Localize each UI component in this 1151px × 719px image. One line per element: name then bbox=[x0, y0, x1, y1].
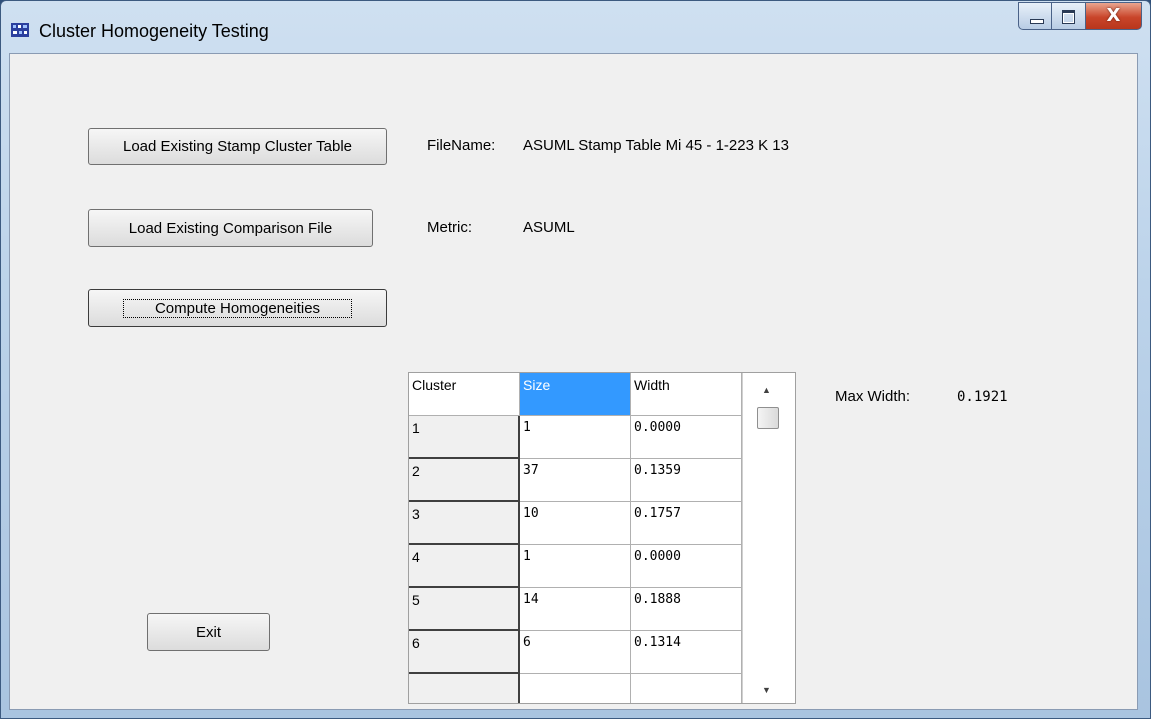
max-width-value: 0.1921 bbox=[957, 389, 1008, 405]
cluster-cell[interactable]: 3 bbox=[409, 502, 520, 545]
cluster-cell[interactable]: 2 bbox=[409, 459, 520, 502]
size-cell[interactable]: 1 bbox=[520, 416, 631, 459]
width-cell[interactable]: 0.1359 bbox=[631, 459, 742, 502]
cluster-cell[interactable]: 6 bbox=[409, 631, 520, 674]
scroll-up-arrow-icon[interactable]: ▲ bbox=[762, 385, 771, 395]
column-header-size[interactable]: Size bbox=[520, 373, 631, 416]
cluster-cell[interactable]: 5 bbox=[409, 588, 520, 631]
cluster-cell[interactable]: 4 bbox=[409, 545, 520, 588]
filename-label: FileName: bbox=[427, 137, 496, 154]
caption-buttons: X bbox=[1018, 2, 1142, 30]
scroll-thumb[interactable] bbox=[757, 407, 779, 429]
client-area: Load Existing Stamp Cluster Table FileNa… bbox=[9, 53, 1138, 710]
metric-label: Metric: bbox=[427, 219, 472, 236]
app-icon bbox=[11, 23, 29, 37]
width-cell[interactable]: 0.0000 bbox=[631, 545, 742, 588]
column-header-width[interactable]: Width bbox=[631, 373, 742, 416]
cluster-cell[interactable] bbox=[409, 674, 520, 703]
compute-homogeneities-button[interactable]: Compute Homogeneities bbox=[88, 289, 387, 327]
width-cell[interactable] bbox=[631, 674, 742, 703]
close-icon: X bbox=[1106, 5, 1121, 26]
column-header-cluster[interactable]: Cluster bbox=[409, 373, 520, 416]
maximize-button[interactable] bbox=[1052, 2, 1086, 30]
width-cell[interactable]: 0.1888 bbox=[631, 588, 742, 631]
size-cell[interactable]: 37 bbox=[520, 459, 631, 502]
compute-homogeneities-label: Compute Homogeneities bbox=[121, 297, 354, 320]
width-cell[interactable]: 0.0000 bbox=[631, 416, 742, 459]
width-cell[interactable]: 0.1757 bbox=[631, 502, 742, 545]
table-vertical-scrollbar[interactable]: ▲ ▼ bbox=[742, 373, 795, 703]
max-width-label: Max Width: bbox=[835, 388, 911, 405]
load-stamp-cluster-table-label: Load Existing Stamp Cluster Table bbox=[122, 138, 352, 155]
maximize-icon bbox=[1062, 10, 1075, 24]
width-cell[interactable]: 0.1314 bbox=[631, 631, 742, 674]
window-title: Cluster Homogeneity Testing bbox=[39, 21, 269, 41]
size-cell[interactable]: 10 bbox=[520, 502, 631, 545]
metric-value: ASUML bbox=[523, 219, 575, 236]
exit-label: Exit bbox=[195, 623, 221, 641]
title-bar[interactable]: Cluster Homogeneity Testing X bbox=[1, 1, 1150, 53]
size-cell[interactable]: 14 bbox=[520, 588, 631, 631]
size-cell[interactable]: 1 bbox=[520, 545, 631, 588]
scroll-down-arrow-icon[interactable]: ▼ bbox=[762, 685, 771, 695]
load-comparison-file-button[interactable]: Load Existing Comparison File bbox=[88, 209, 373, 247]
load-stamp-cluster-table-button[interactable]: Load Existing Stamp Cluster Table bbox=[88, 128, 387, 165]
size-cell[interactable] bbox=[520, 674, 631, 703]
app-window: Cluster Homogeneity Testing X Load Exist… bbox=[0, 0, 1151, 719]
minimize-icon bbox=[1030, 19, 1044, 24]
cluster-cell[interactable]: 1 bbox=[409, 416, 520, 459]
load-comparison-file-label: Load Existing Comparison File bbox=[128, 219, 333, 237]
size-cell[interactable]: 6 bbox=[520, 631, 631, 674]
homogeneity-table[interactable]: Cluster Size Width 1 1 0.0000 2 37 0.135… bbox=[408, 372, 796, 704]
filename-value: ASUML Stamp Table Mi 45 - 1-223 K 13 bbox=[523, 137, 789, 154]
exit-button[interactable]: Exit bbox=[147, 613, 270, 651]
close-button[interactable]: X bbox=[1086, 2, 1142, 30]
minimize-button[interactable] bbox=[1018, 2, 1052, 30]
